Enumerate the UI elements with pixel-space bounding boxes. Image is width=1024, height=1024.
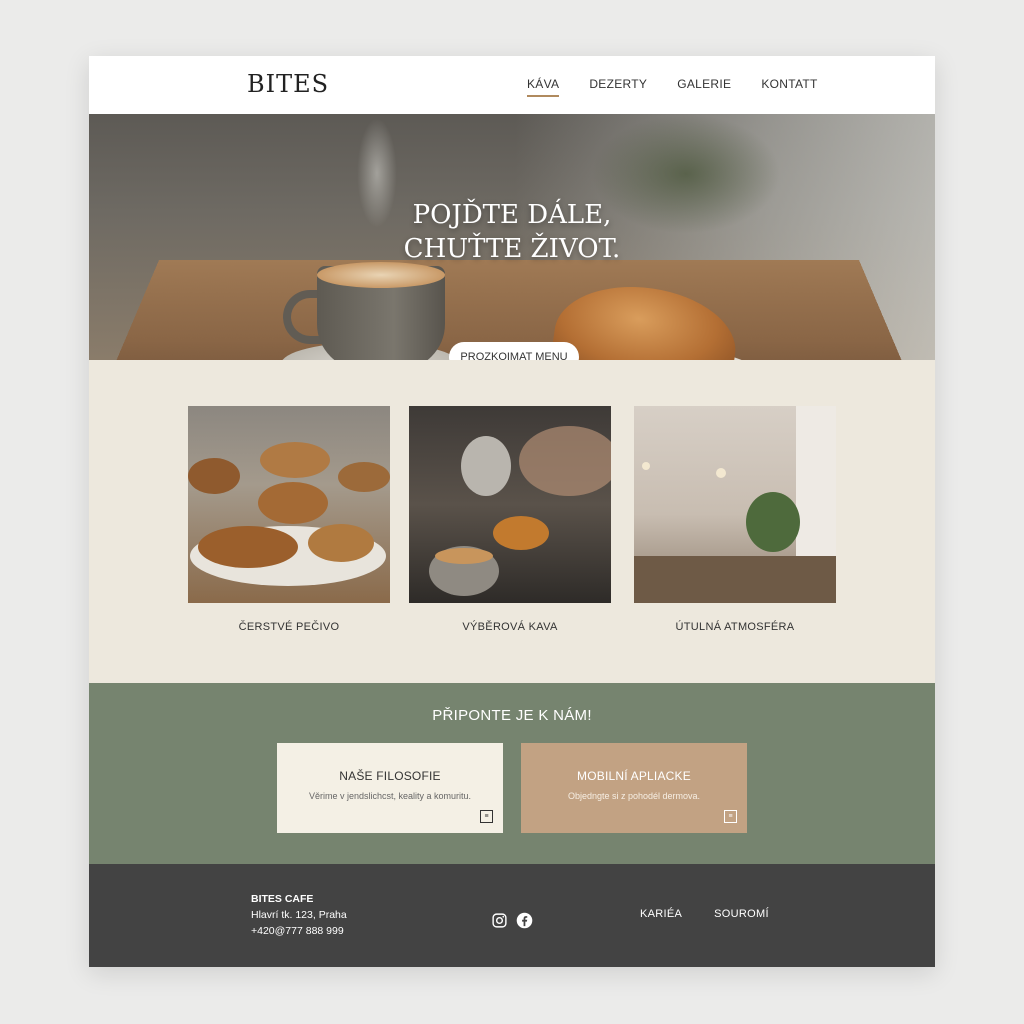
card-title: NAŠE FILOSOFIE: [339, 769, 441, 783]
footer-links: KARIÉA SOUROMÍ: [640, 908, 769, 920]
mobile-app-card[interactable]: MOBILNÍ APLIACKE Objedngte si z pohodél …: [521, 743, 747, 833]
facebook-icon[interactable]: [516, 912, 533, 929]
footer-link-careers[interactable]: KARIÉA: [640, 908, 682, 920]
site-logo[interactable]: BITES: [247, 70, 329, 98]
philosophy-card[interactable]: NAŠE FILOSOFIE Věrime v jendslichcst, ke…: [277, 743, 503, 833]
features-section: ČERSTVÉ PEČIVO VÝBĚROVÁ KAVA ÚTULNÁ ATMO…: [89, 360, 935, 683]
nav-item-kava[interactable]: KÁVA: [527, 77, 560, 97]
hero-title-line-1: POJĎTE DÁLE,: [412, 200, 612, 230]
card-description: Objedngte si z pohodél dermova.: [567, 791, 701, 801]
nav-item-kontakt[interactable]: KONTATT: [761, 77, 817, 97]
page: BITES KÁVA DEZERTY GALERIE KONTATT POJĎT…: [89, 56, 935, 967]
coffee-pour-image: [409, 406, 611, 603]
feature-caption: VÝBĚROVÁ KAVA: [462, 621, 558, 633]
main-nav: KÁVA DEZERTY GALERIE KONTATT: [527, 77, 818, 97]
instagram-icon[interactable]: [491, 912, 508, 929]
feature-card-pastry[interactable]: ČERSTVÉ PEČIVO: [188, 406, 390, 633]
social-links: [491, 912, 533, 929]
external-link-icon[interactable]: ≡: [724, 810, 737, 823]
footer-phone[interactable]: +420@777 888 999: [251, 923, 347, 939]
nav-item-dezerty[interactable]: DEZERTY: [589, 77, 647, 97]
external-link-icon[interactable]: ≡: [480, 810, 493, 823]
cafe-interior-image: [634, 406, 836, 603]
join-title: PŘIPONTE JE K NÁM!: [432, 707, 592, 724]
footer-address: Hlavrí tk. 123, Praha: [251, 909, 347, 921]
footer-link-terms[interactable]: SOUROMÍ: [714, 908, 769, 920]
join-section: PŘIPONTE JE K NÁM! NAŠE FILOSOFIE Věrime…: [89, 683, 935, 864]
site-header: BITES KÁVA DEZERTY GALERIE KONTATT: [89, 56, 935, 114]
nav-item-galerie[interactable]: GALERIE: [677, 77, 731, 97]
footer-contact: BITES CAFE Hlavrí tk. 123, Praha +420@77…: [251, 891, 347, 939]
hero-title: POJĎTE DÁLE, CHUŤTE ŽIVOT.: [89, 198, 935, 266]
card-title: MOBILNÍ APLIACKE: [577, 769, 691, 783]
site-footer: BITES CAFE Hlavrí tk. 123, Praha +420@77…: [89, 864, 935, 967]
feature-card-coffee[interactable]: VÝBĚROVÁ KAVA: [409, 406, 611, 633]
feature-caption: ÚTULNÁ ATMOSFÉRA: [675, 621, 795, 633]
pastry-image: [188, 406, 390, 603]
footer-brand: BITES CAFE: [251, 893, 314, 905]
hero-section: POJĎTE DÁLE, CHUŤTE ŽIVOT. PROZKOIMAT ME…: [89, 114, 935, 360]
feature-caption: ČERSTVÉ PEČIVO: [238, 621, 340, 633]
hero-title-line-2: CHUŤTE ŽIVOT.: [403, 234, 621, 264]
explore-menu-button[interactable]: PROZKOIMAT MENU: [449, 342, 579, 360]
feature-card-interior[interactable]: ÚTULNÁ ATMOSFÉRA: [634, 406, 836, 633]
card-description: Věrime v jendslichcst, keality a komurit…: [308, 791, 472, 801]
